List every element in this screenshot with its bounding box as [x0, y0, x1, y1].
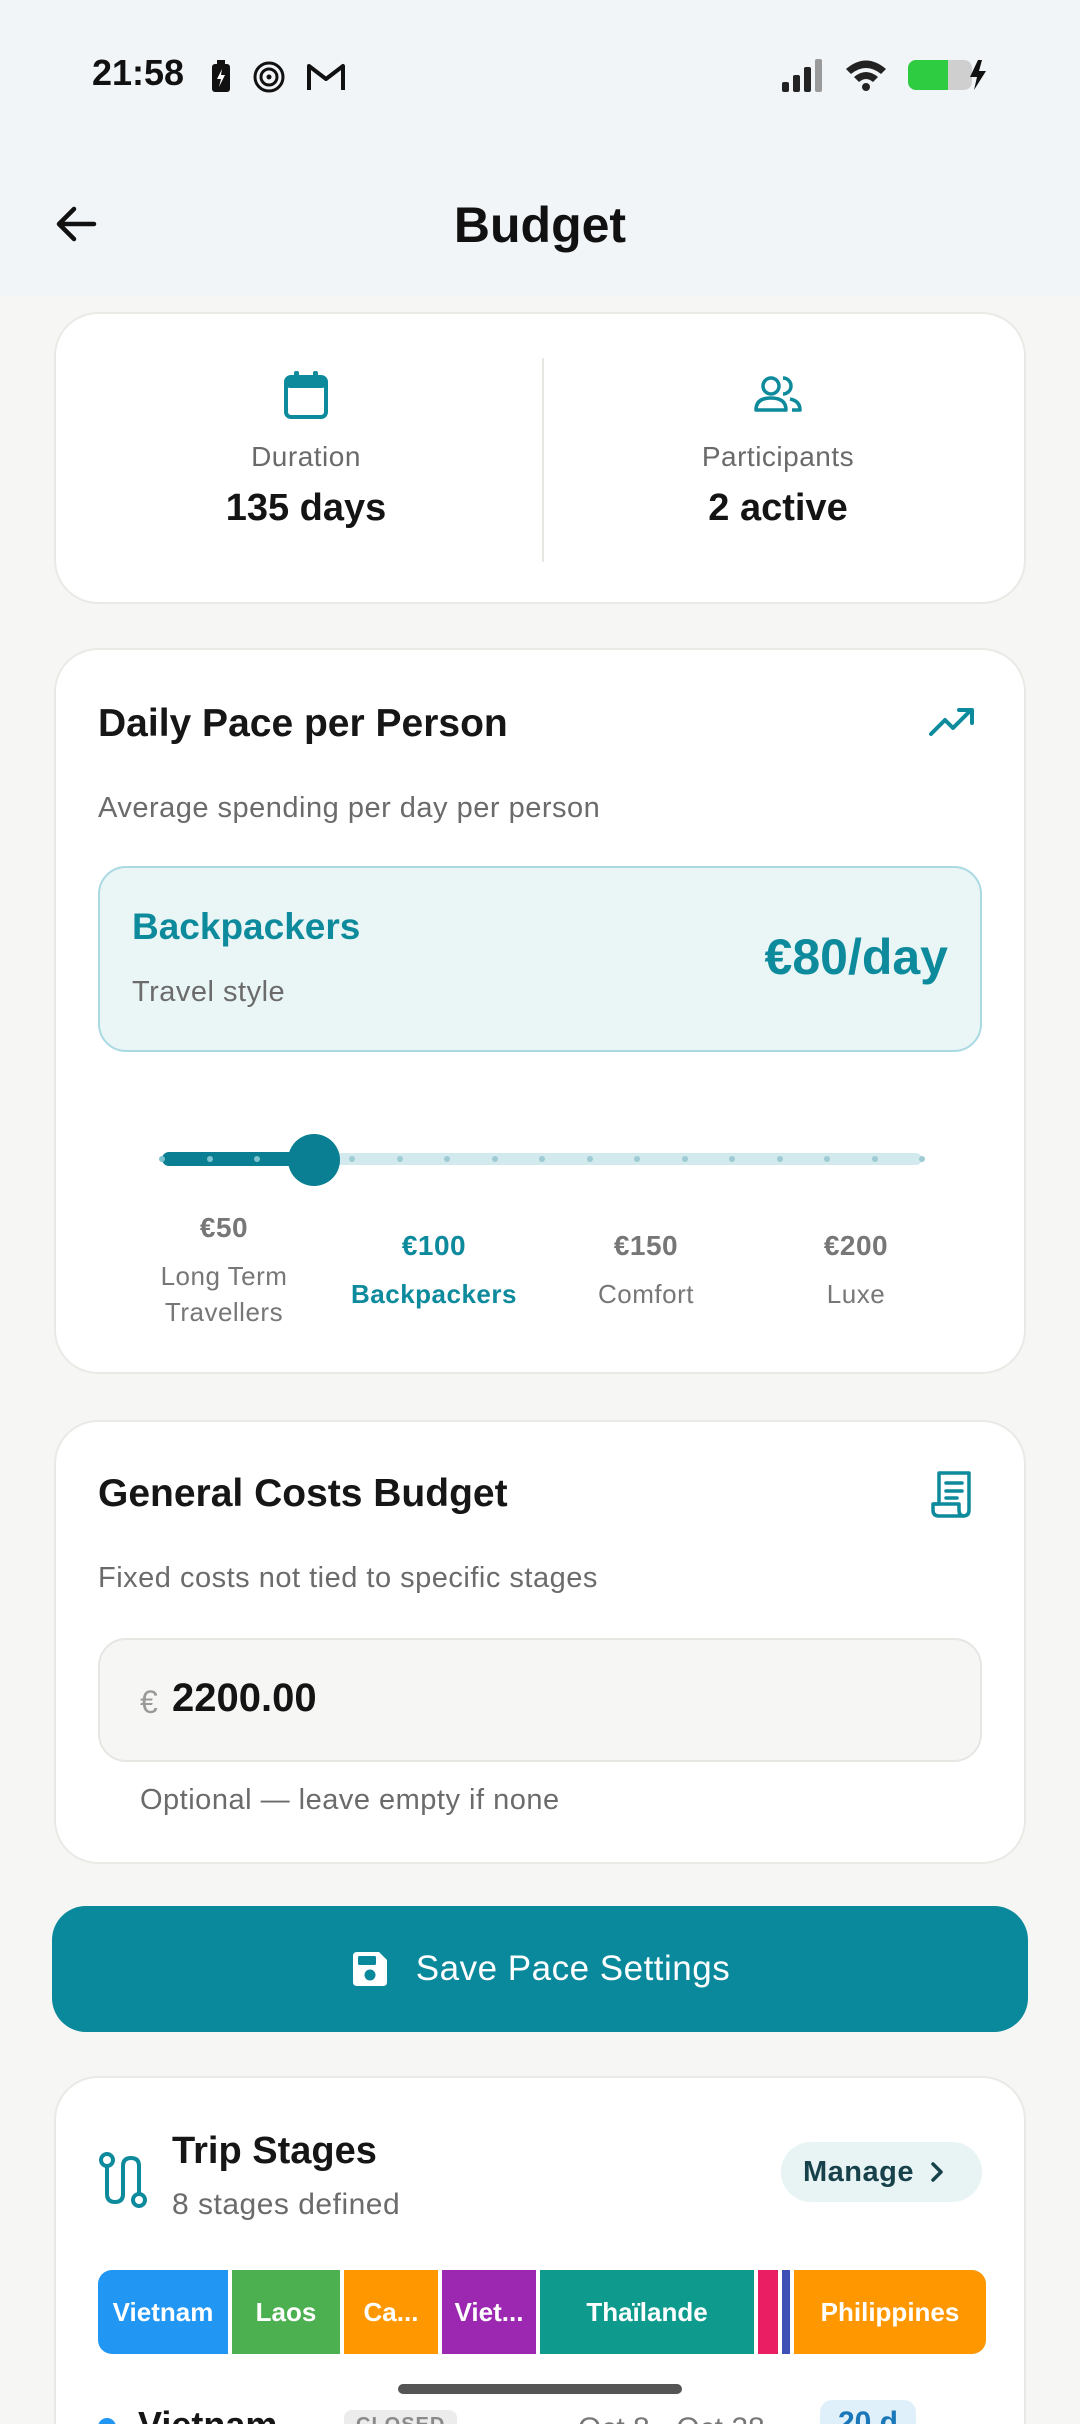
slider-step-dot — [444, 1156, 450, 1162]
tick-comfort[interactable]: €150 Comfort — [546, 1230, 746, 1312]
tick-name: Luxe — [826, 1279, 886, 1309]
slider-step-dot — [206, 1156, 213, 1162]
tick-value: €150 — [613, 1230, 679, 1261]
trending-up-icon — [924, 694, 980, 750]
tick-name: Backpackers — [351, 1279, 517, 1309]
spiral-app-icon — [253, 61, 285, 93]
stage-days-badge: 20 d — [819, 2400, 916, 2424]
duration-value: 135 days — [225, 487, 387, 529]
stage-segment-laos[interactable]: Laos — [232, 2270, 340, 2354]
daily-price: €80/day — [764, 929, 948, 985]
save-pace-settings-button[interactable]: Save Pace Settings — [52, 1906, 1028, 2032]
status-system-icons — [780, 58, 990, 92]
tick-name: Comfort — [598, 1279, 694, 1309]
tick-name: Long Term Travellers — [160, 1261, 288, 1327]
stage-segment-6[interactable] — [758, 2270, 778, 2354]
stat-divider — [542, 358, 544, 562]
battery-saver-icon — [212, 60, 230, 92]
tick-value: €100 — [401, 1230, 467, 1261]
receipt-icon — [924, 1466, 980, 1522]
summary-card: Duration 135 days Participants 2 active — [54, 312, 1026, 604]
save-icon — [352, 1952, 387, 1986]
manage-stages-button[interactable]: Manage — [781, 2142, 982, 2202]
general-costs-input[interactable]: € 2200.00 — [98, 1638, 982, 1762]
tick-luxe[interactable]: €200 Luxe — [756, 1230, 956, 1312]
daily-pace-subtitle: Average spending per day per person — [98, 792, 601, 824]
wifi-icon — [846, 60, 886, 91]
stage-status-badge: CLOSED — [344, 2410, 458, 2424]
slider-step-dot — [539, 1156, 545, 1162]
top-bar: 21:58 Budget — [0, 0, 1080, 296]
general-costs-helper: Optional — leave empty if none — [140, 1784, 560, 1816]
tick-long-term[interactable]: €50 Long Term Travellers — [124, 1212, 324, 1330]
general-costs-subtitle: Fixed costs not tied to specific stages — [98, 1562, 598, 1594]
slider-step-dot — [586, 1156, 593, 1162]
participants-stat: Participants 2 active — [568, 370, 988, 530]
stage-segment-7[interactable] — [782, 2270, 790, 2354]
tick-backpackers[interactable]: €100 Backpackers — [334, 1230, 534, 1312]
battery-charging-icon — [908, 60, 986, 90]
daily-pace-title: Daily Pace per Person — [98, 702, 508, 745]
travel-style-caption: Travel style — [132, 976, 286, 1008]
general-costs-amount[interactable]: 2200.00 — [172, 1676, 317, 1721]
duration-stat: Duration 135 days — [96, 370, 516, 530]
status-time: 21:58 — [92, 52, 185, 93]
slider-step-dot — [681, 1156, 688, 1162]
stage-segment-vietnam[interactable]: Vietnam — [98, 2270, 228, 2354]
slider-step-dot — [634, 1156, 640, 1162]
participants-label: Participants — [701, 441, 855, 472]
people-icon — [754, 376, 802, 412]
slider-step-dot — [776, 1156, 783, 1162]
stage-dates: Oct 8 - Oct 28 — [578, 2412, 765, 2424]
stage-segment-vietnam-2[interactable]: Viet... — [442, 2270, 536, 2354]
slider-thumb[interactable] — [288, 1134, 340, 1186]
stage-segment-philippines[interactable]: Philippines — [794, 2270, 986, 2354]
budget-screen: 21:58 Budget Duration 135 days Participa… — [0, 0, 1080, 2424]
stage-name: Vietnam — [138, 2404, 277, 2424]
pace-slider[interactable] — [159, 1134, 925, 1186]
gmail-icon — [307, 64, 345, 90]
stage-color-dot — [98, 2418, 116, 2424]
travel-style-box: Backpackers Travel style €80/day — [98, 866, 982, 1052]
chevron-right-icon — [931, 2162, 943, 2182]
general-costs-card: General Costs Budget Fixed costs not tie… — [54, 1420, 1026, 1864]
travel-style-name: Backpackers — [132, 906, 361, 947]
status-notification-icons — [210, 60, 346, 94]
trip-stages-title: Trip Stages — [172, 2130, 377, 2172]
trip-stages-card: Trip Stages 8 stages defined Manage Viet… — [54, 2076, 1026, 2424]
home-indicator[interactable] — [398, 2384, 682, 2394]
participants-value: 2 active — [708, 487, 848, 529]
stages-timeline-bar: Vietnam Laos Ca... Viet... Thaïlande Phi… — [98, 2270, 986, 2354]
page-title: Budget — [453, 197, 627, 253]
general-costs-title: General Costs Budget — [98, 1472, 508, 1515]
slider-step-dot — [729, 1156, 735, 1162]
slider-step-dot — [254, 1156, 260, 1162]
route-icon — [99, 2152, 147, 2208]
signal-icon — [782, 59, 822, 92]
slider-step-dot — [824, 1156, 830, 1162]
stage-segment-thailande[interactable]: Thaïlande — [540, 2270, 754, 2354]
stage-segment-cambodia[interactable]: Ca... — [344, 2270, 438, 2354]
slider-step-dot — [396, 1156, 403, 1162]
duration-label: Duration — [251, 441, 361, 472]
manage-label: Manage — [803, 2155, 914, 2188]
slider-step-dot — [159, 1156, 165, 1162]
slider-step-dot — [919, 1156, 925, 1162]
slider-step-dot — [871, 1156, 878, 1162]
slider-step-dot — [491, 1156, 498, 1162]
calendar-icon — [284, 371, 328, 419]
currency-prefix: € — [140, 1684, 158, 1720]
trip-stages-subtitle: 8 stages defined — [172, 2188, 401, 2221]
stage-list-item[interactable]: Vietnam CLOSED Oct 8 - Oct 28 20 d — [98, 2396, 986, 2424]
tick-value: €200 — [823, 1230, 889, 1261]
slider-step-dot — [349, 1156, 355, 1162]
daily-pace-card: Daily Pace per Person Average spending p… — [54, 648, 1026, 1374]
save-button-label: Save Pace Settings — [415, 1949, 731, 1988]
tick-value: €50 — [199, 1212, 249, 1243]
